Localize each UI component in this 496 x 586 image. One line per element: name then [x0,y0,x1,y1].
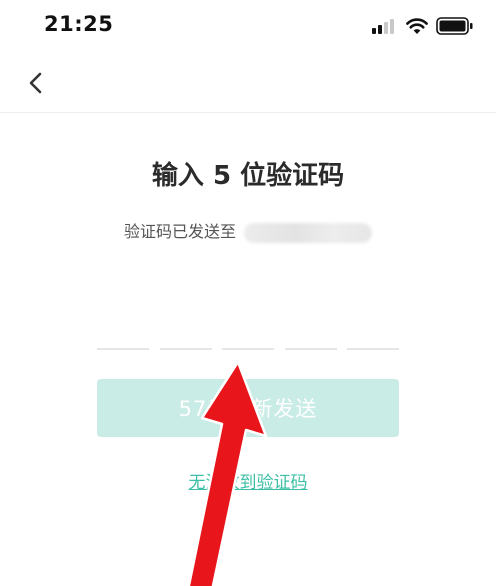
status-bar: 21:25 [0,0,496,56]
resend-code-button[interactable]: 57后重新发送 [97,379,399,437]
sent-to-row: 验证码已发送至 [0,218,496,243]
wifi-icon [406,18,428,34]
masked-phone-number [244,222,372,243]
battery-icon [436,17,473,35]
cellular-signal-icon [372,18,396,34]
code-digit-slot[interactable] [285,348,337,350]
code-digit-slot[interactable] [347,348,399,350]
code-digit-slot[interactable] [160,348,212,350]
chevron-left-icon[interactable] [24,68,48,98]
cannot-receive-code-link[interactable]: 无法收到验证码 [0,468,496,493]
status-time: 21:25 [44,12,114,36]
nav-bar [0,56,496,113]
code-digit-slot[interactable] [97,348,149,350]
page-title: 输入 5 位验证码 [151,161,345,191]
code-digit-slot[interactable] [222,348,274,350]
sent-to-label: 验证码已发送至 [123,222,236,241]
verification-code-input[interactable] [97,348,401,356]
